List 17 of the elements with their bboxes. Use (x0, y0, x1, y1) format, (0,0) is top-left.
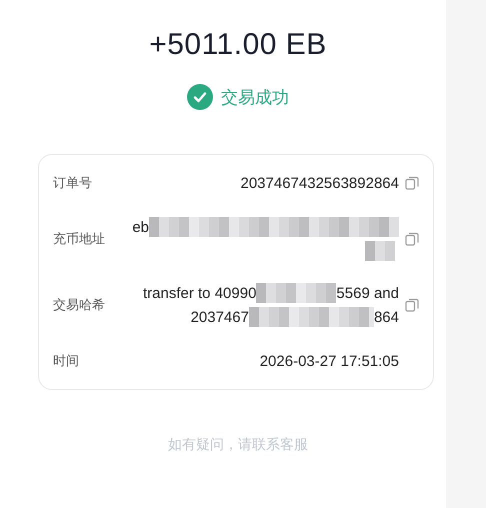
field-label: 交易哈希 (53, 297, 106, 314)
copy-icon[interactable] (405, 176, 419, 190)
copy-icon[interactable] (405, 298, 419, 312)
field-value: 864 (374, 308, 399, 326)
field-value: 2037467 (190, 308, 249, 326)
help-text: 如有疑问，请联系客服 (168, 436, 308, 454)
field-value: 2026-03-27 17:51:05 (260, 352, 399, 370)
amount-text: +5011.00 EB (149, 28, 327, 62)
copy-icon[interactable] (405, 232, 419, 246)
status-text: 交易成功 (221, 86, 289, 108)
field-value: eb (132, 218, 149, 236)
field-value: transfer to 40990 (143, 284, 256, 302)
field-label: 充币地址 (53, 231, 106, 248)
field-value: 2037467432563892864 (240, 174, 399, 192)
field-value: 5569 and (336, 284, 399, 302)
field-label: 时间 (53, 353, 80, 370)
field-label: 订单号 (53, 175, 93, 192)
